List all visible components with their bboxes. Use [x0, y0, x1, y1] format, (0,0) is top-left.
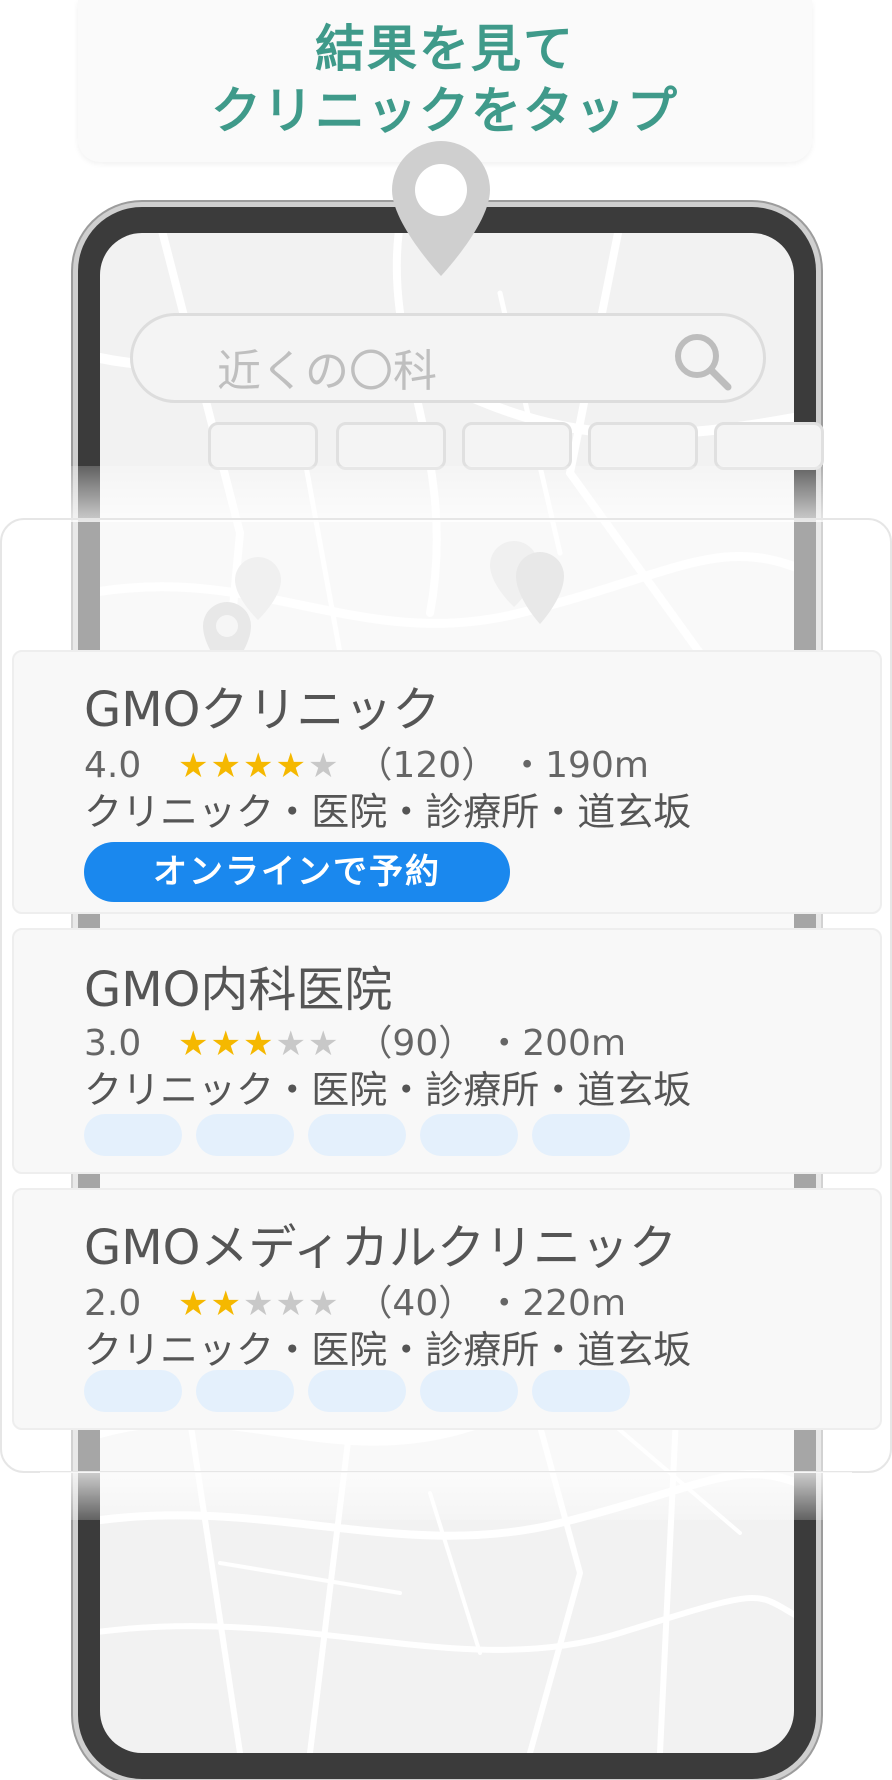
star-icon: ★: [275, 1024, 308, 1064]
filter-chip[interactable]: [336, 422, 446, 470]
star-icon: ★: [242, 746, 276, 786]
filter-chip[interactable]: [588, 422, 698, 470]
clinic-card[interactable]: GMO内科医院 3.0 ★★★★★ （90） ・200m クリニック・医院・診療所・道…: [12, 928, 882, 1174]
star-icon: ★: [242, 1284, 276, 1324]
clinic-name[interactable]: GMO内科医院: [84, 962, 392, 1018]
star-icon: ★: [242, 1024, 276, 1064]
search-icon[interactable]: [671, 330, 733, 392]
rating-value: 2.0: [84, 1283, 142, 1324]
clinic-category: クリニック・医院・診療所・道玄坂: [84, 790, 692, 834]
clinic-card[interactable]: GMOクリニック 4.0 ★★★★★ （120） ・190m クリニック・医院・診療所…: [12, 650, 882, 914]
review-count: （40）: [356, 1283, 475, 1324]
instruction-line-1: 結果を見て: [315, 20, 575, 78]
clinic-card[interactable]: GMOメディカルクリニック 2.0 ★★★★★ （40） ・220m クリニック・医院…: [12, 1188, 882, 1430]
distance: ・220m: [486, 1283, 627, 1324]
star-icon: ★: [275, 1284, 308, 1324]
feature-tag: [532, 1114, 630, 1156]
star-rating: ★★★★★: [178, 1022, 340, 1066]
online-booking-button[interactable]: オンラインで予約: [84, 842, 510, 902]
distance: ・190m: [509, 745, 649, 786]
star-icon: ★: [178, 746, 211, 786]
star-rating: ★★★★★: [178, 744, 340, 788]
star-icon: ★: [178, 1024, 211, 1064]
feature-tag: [308, 1114, 406, 1156]
location-pin-icon: [516, 552, 564, 624]
star-icon: ★: [307, 746, 341, 786]
clinic-category: クリニック・医院・診療所・道玄坂: [84, 1068, 692, 1112]
clinic-name[interactable]: GMOメディカルクリニック: [84, 1220, 677, 1276]
overlay-fade-bottom: [40, 1472, 852, 1520]
rating-value: 3.0: [84, 1023, 142, 1064]
star-rating: ★★★★★: [178, 1282, 340, 1326]
feature-tag: [196, 1370, 294, 1412]
feature-tag: [84, 1370, 182, 1412]
instruction-line-2: クリニックをタップ: [211, 82, 679, 140]
distance: ・200m: [486, 1023, 627, 1064]
clinic-name[interactable]: GMOクリニック: [84, 682, 440, 738]
star-icon: ★: [210, 1284, 243, 1324]
review-count: （120）: [356, 745, 498, 786]
instruction-banner: 結果を見て クリニックをタップ: [78, 0, 812, 162]
feature-tag: [84, 1114, 182, 1156]
location-pin-icon: [392, 141, 490, 276]
feature-tag: [420, 1114, 518, 1156]
feature-tag: [420, 1370, 518, 1412]
feature-tag: [308, 1370, 406, 1412]
rating-value: 4.0: [84, 745, 142, 786]
search-bar[interactable]: 近くの〇科: [130, 313, 766, 403]
clinic-category: クリニック・医院・診療所・道玄坂: [84, 1328, 692, 1372]
filter-chip[interactable]: [462, 422, 572, 470]
star-icon: ★: [210, 746, 243, 786]
feature-tag: [532, 1370, 630, 1412]
star-icon: ★: [307, 1024, 341, 1064]
star-icon: ★: [307, 1284, 341, 1324]
rating-row: 3.0 ★★★★★ （90） ・200m: [84, 1022, 626, 1066]
search-input[interactable]: 近くの〇科: [217, 342, 457, 402]
rating-row: 4.0 ★★★★★ （120） ・190m: [84, 744, 649, 788]
star-icon: ★: [178, 1284, 211, 1324]
rating-row: 2.0 ★★★★★ （40） ・220m: [84, 1282, 626, 1326]
review-count: （90）: [356, 1023, 475, 1064]
feature-tag: [196, 1114, 294, 1156]
overlay-fade-top: [40, 466, 852, 522]
star-icon: ★: [210, 1024, 243, 1064]
star-icon: ★: [275, 746, 308, 786]
filter-chip[interactable]: [208, 422, 318, 470]
filter-chip[interactable]: [714, 422, 824, 470]
